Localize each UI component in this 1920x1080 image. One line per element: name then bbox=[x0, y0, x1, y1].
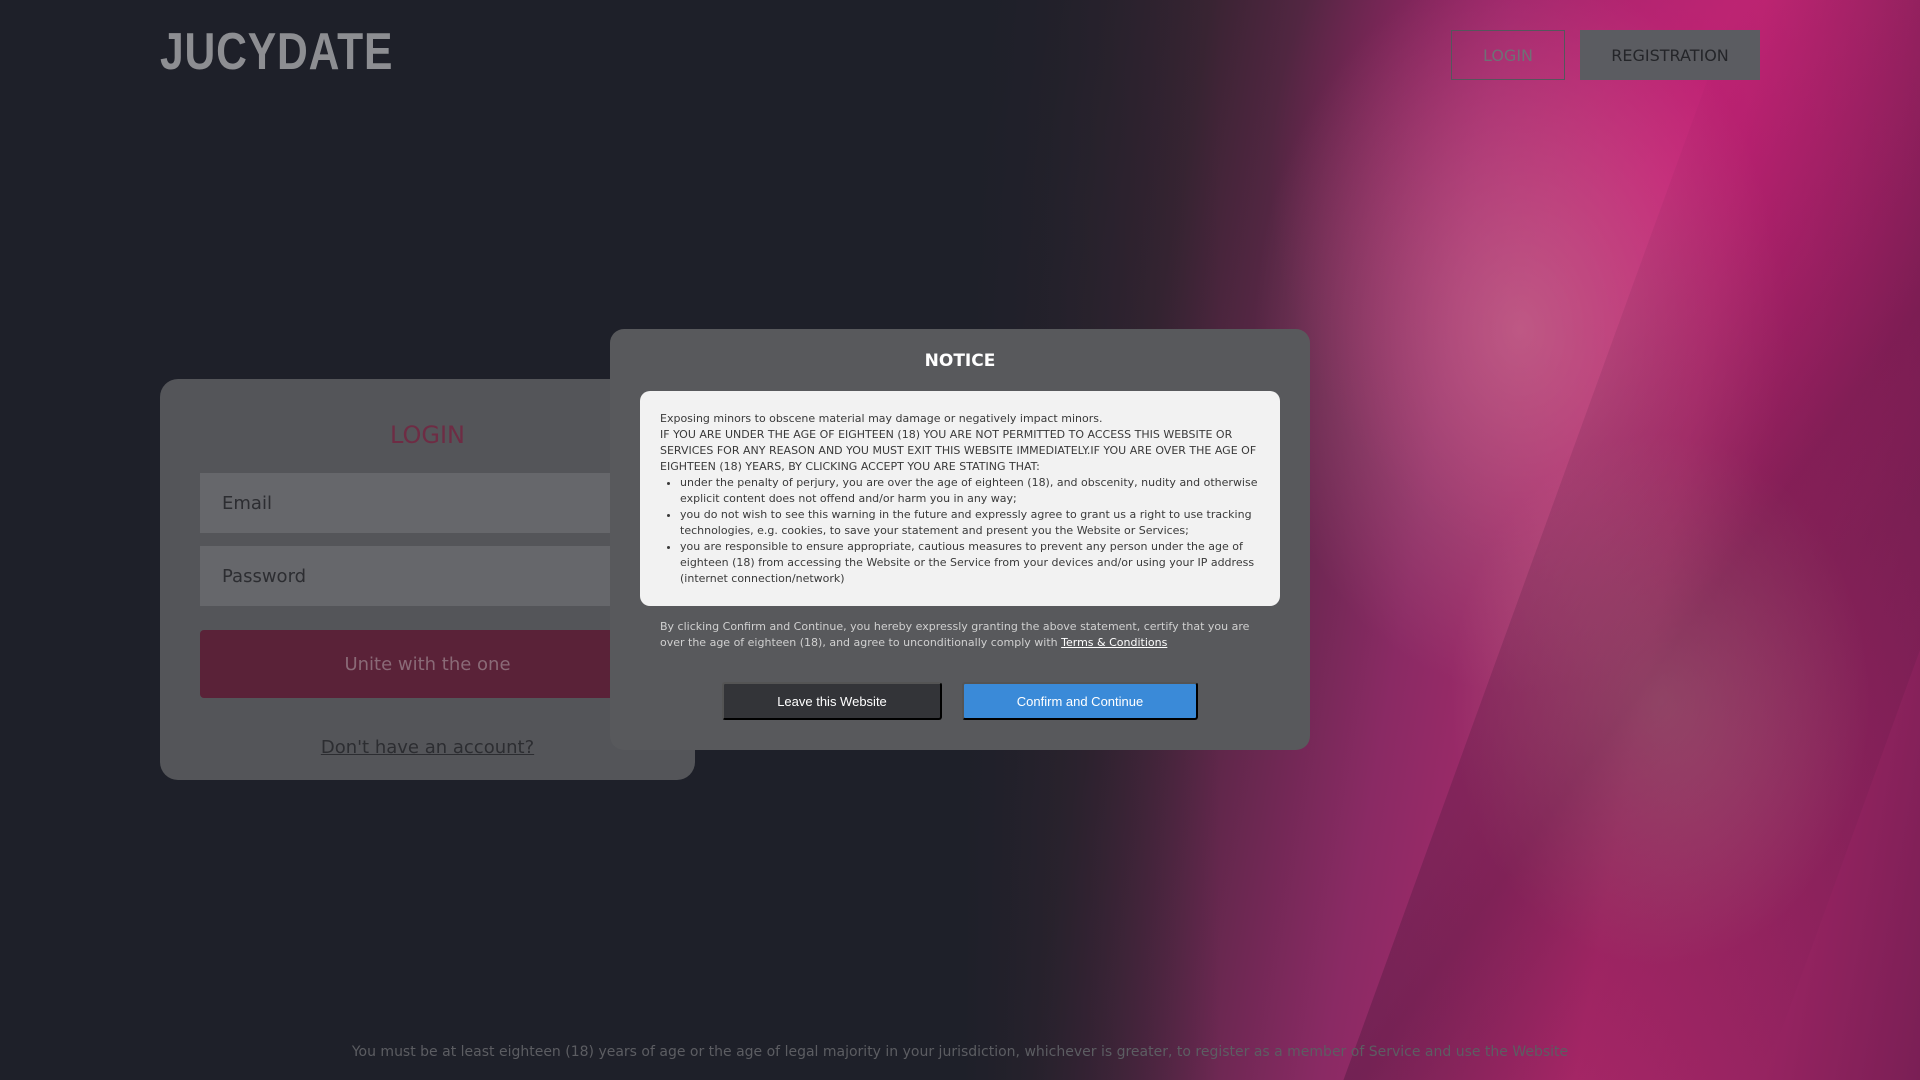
notice-list-item: you are responsible to ensure appropriat… bbox=[680, 539, 1260, 587]
notice-list: under the penalty of perjury, you are ov… bbox=[680, 475, 1260, 587]
notice-modal: NOTICE Exposing minors to obscene materi… bbox=[610, 329, 1310, 750]
notice-list-item: under the penalty of perjury, you are ov… bbox=[680, 475, 1260, 507]
notice-list-item: you do not wish to see this warning in t… bbox=[680, 507, 1260, 539]
confirm-continue-button[interactable]: Confirm and Continue bbox=[962, 682, 1198, 720]
leave-website-button[interactable]: Leave this Website bbox=[722, 682, 942, 720]
notice-title: NOTICE bbox=[924, 351, 996, 371]
age-requirement-note: You must be at least eighteen (18) years… bbox=[351, 1044, 1569, 1060]
notice-intro: Exposing minors to obscene material may … bbox=[660, 412, 1103, 425]
notice-warning: IF YOU ARE UNDER THE AGE OF EIGHTEEN (18… bbox=[660, 428, 1257, 473]
notice-body: Exposing minors to obscene material may … bbox=[640, 391, 1280, 606]
terms-link[interactable]: Terms & Conditions bbox=[1061, 636, 1167, 649]
notice-footer: By clicking Confirm and Continue, you he… bbox=[660, 619, 1270, 651]
